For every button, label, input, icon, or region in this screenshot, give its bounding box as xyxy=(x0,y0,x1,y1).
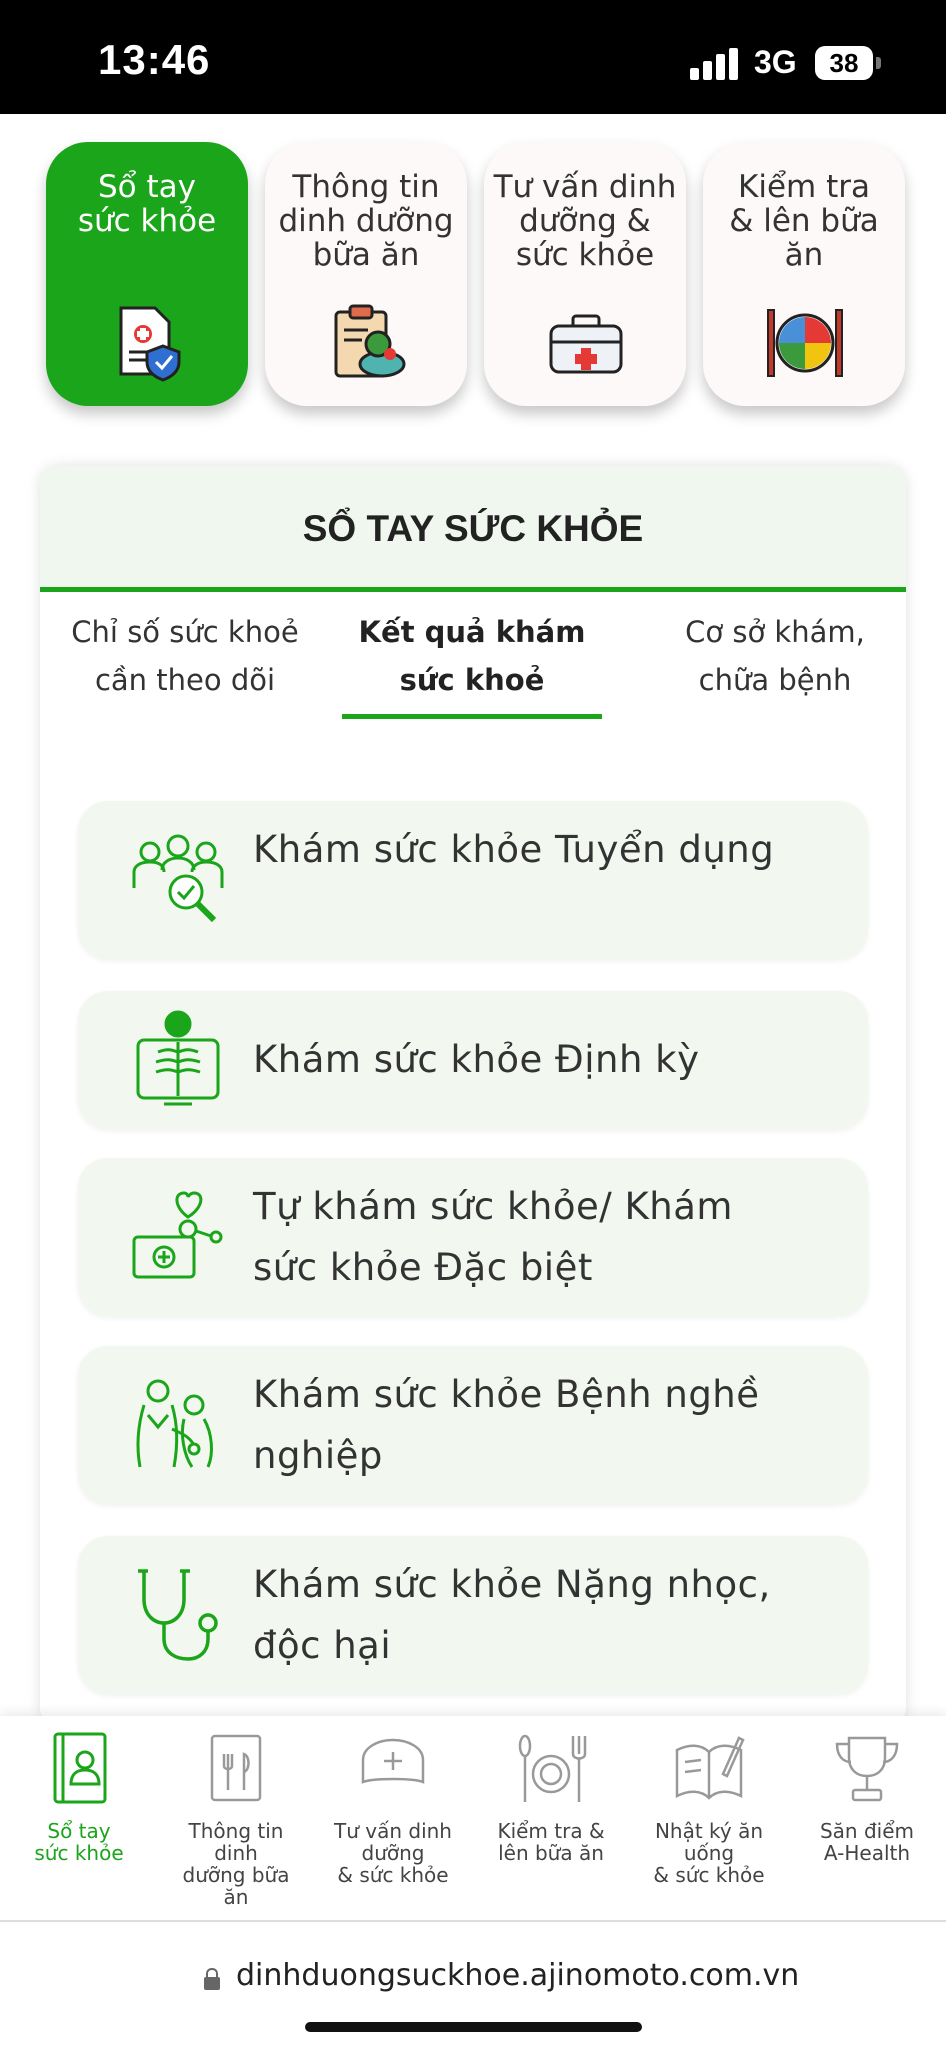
panel-header: SỔ TAY SỨC KHỎE xyxy=(40,466,906,592)
plate-check-icon xyxy=(767,309,843,377)
diary-book-icon xyxy=(675,1736,745,1800)
top-tab-label: Thông tin dinh dưỡng bữa ăn xyxy=(278,169,454,273)
lock-icon xyxy=(204,1968,220,1990)
list-item-label: Khám sức khỏe Nặng nhọc, độc hại xyxy=(253,1563,771,1667)
plate-fork-icon xyxy=(518,1734,587,1802)
top-tab-meal-info[interactable]: Thông tin dinh dưỡng bữa ăn xyxy=(265,142,467,406)
xray-icon xyxy=(136,1010,220,1106)
battery-icon: 38 xyxy=(815,46,873,80)
top-tab-health-record[interactable]: Sổ tay sức khỏe xyxy=(46,142,248,406)
network-type: 3G xyxy=(754,44,797,80)
list-item-recruitment-checkup[interactable]: Khám sức khỏe Tuyển dụng xyxy=(78,801,868,959)
nav-item-nutrition-advice[interactable]: Tư vấn dinh dưỡng & sức khỏe xyxy=(314,1730,472,1886)
doctor-patient-icon xyxy=(136,1379,213,1468)
top-tab-label: Sổ tay sức khỏe xyxy=(77,169,217,239)
nav-item-label: Nhật ký ăn uống & sức khỏe xyxy=(653,1819,765,1887)
nav-item-health-book[interactable]: Sổ tay sức khỏe xyxy=(0,1730,158,1864)
health-handbook-panel: SỔ TAY SỨC KHỎE Chỉ số sức khoẻ cần theo… xyxy=(40,466,906,1726)
tab-checkup-results[interactable]: Kết quả khám sức khoẻ xyxy=(327,608,617,704)
health-book-icon xyxy=(53,1732,107,1804)
nav-item-label: Sổ tay sức khỏe xyxy=(34,1819,124,1865)
trophy-icon xyxy=(835,1736,899,1802)
list-item-label: Khám sức khỏe Định kỳ xyxy=(253,1038,700,1081)
nav-item-a-health-points[interactable]: Săn điểm A-Health xyxy=(788,1730,946,1864)
browser-url-bar[interactable]: dinhduongsuckhoe.ajinomoto.com.vn xyxy=(0,1924,946,2048)
url-text: dinhduongsuckhoe.ajinomoto.com.vn xyxy=(236,1958,800,1993)
status-time: 13:46 xyxy=(98,36,211,83)
signal-icon xyxy=(690,48,740,80)
home-indicator[interactable] xyxy=(305,2022,642,2032)
list-item-occupational-disease[interactable]: Khám sức khỏe Bệnh nghề nghiệp xyxy=(78,1346,868,1504)
panel-title: SỔ TAY SỨC KHỎE xyxy=(302,508,644,549)
battery-tip xyxy=(876,57,881,69)
stethoscope-icon xyxy=(138,1569,218,1661)
list-item-label: Tự khám sức khỏe/ Khám sức khỏe Đặc biệt xyxy=(253,1185,733,1289)
clipboard-meal-icon xyxy=(334,304,406,378)
tab-health-indicators[interactable]: Chỉ số sức khoẻ cần theo dõi xyxy=(40,608,330,704)
nav-item-label: Kiểm tra & lên bữa ăn xyxy=(497,1819,605,1865)
menu-cutlery-icon xyxy=(210,1734,262,1802)
top-tab-meal-check[interactable]: Kiểm tra & lên bữa ăn xyxy=(703,142,905,406)
nav-item-meal-check[interactable]: Kiểm tra & lên bữa ăn xyxy=(472,1730,630,1864)
list-item-self-checkup[interactable]: Tự khám sức khỏe/ Khám sức khỏe Đặc biệt xyxy=(78,1158,868,1316)
health-record-icon xyxy=(119,306,181,382)
nav-item-food-diary[interactable]: Nhật ký ăn uống & sức khỏe xyxy=(630,1730,788,1886)
recruitment-checkup-icon xyxy=(132,834,224,923)
list-item-label: Khám sức khỏe Bệnh nghề nghiệp xyxy=(253,1373,760,1477)
list-item-hazardous-work[interactable]: Khám sức khỏe Nặng nhọc, độc hại xyxy=(78,1536,868,1694)
list-item-label: Khám sức khỏe Tuyển dụng xyxy=(253,828,775,871)
top-tab-label: Kiểm tra & lên bữa ăn xyxy=(729,169,879,273)
top-tab-label: Tư vấn dinh dưỡng & sức khỏe xyxy=(493,169,677,273)
nurse-cap-icon xyxy=(361,1738,425,1784)
nav-item-label: Thông tin dinh dưỡng bữa ăn xyxy=(182,1819,290,1909)
tab-medical-facilities[interactable]: Cơ sở khám, chữa bệnh xyxy=(630,608,906,704)
first-aid-kit-icon xyxy=(549,314,623,374)
nav-item-label: Săn điểm A-Health xyxy=(819,1819,915,1865)
medical-kit-heart-icon xyxy=(132,1191,223,1279)
list-item-periodic-checkup[interactable]: Khám sức khỏe Định kỳ xyxy=(78,991,868,1129)
status-bar: 13:46 3G 38 xyxy=(0,0,946,114)
nav-item-meal-info[interactable]: Thông tin dinh dưỡng bữa ăn xyxy=(157,1730,315,1908)
bottom-navigation: Sổ tay sức khỏe Thông tin dinh dưỡng bữa… xyxy=(0,1716,946,1922)
active-tab-indicator xyxy=(342,714,602,719)
top-tab-nutrition-advice[interactable]: Tư vấn dinh dưỡng & sức khỏe xyxy=(484,142,686,406)
nav-item-label: Tư vấn dinh dưỡng & sức khỏe xyxy=(334,1819,452,1887)
